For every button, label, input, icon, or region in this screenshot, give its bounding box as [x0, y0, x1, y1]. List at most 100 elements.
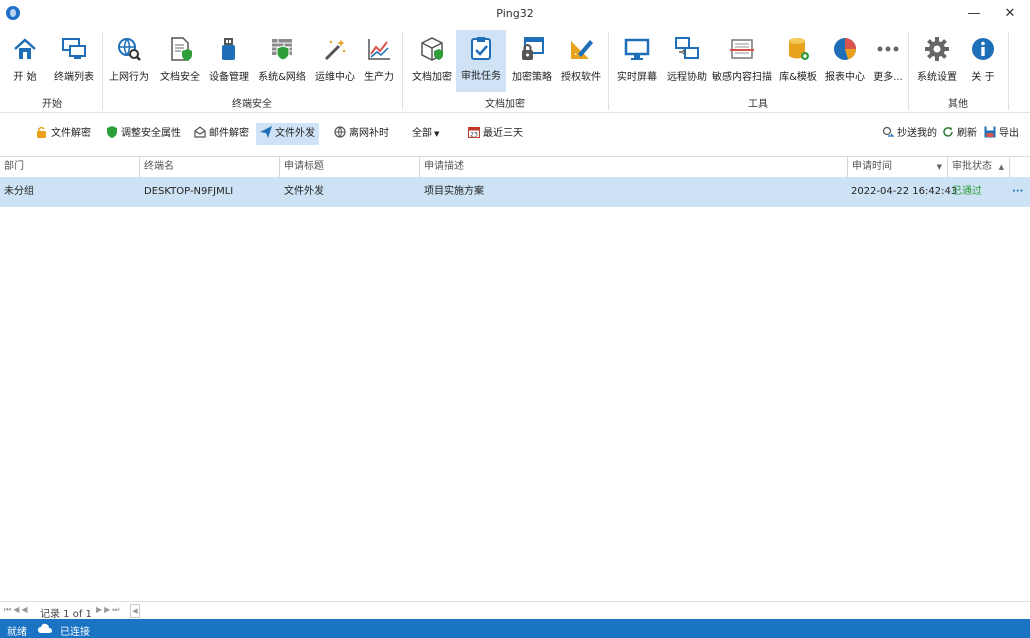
scroll-left-icon[interactable]: ◀ — [130, 604, 140, 618]
ribbon-approval-tasks-button[interactable]: 审批任务 — [456, 30, 506, 92]
close-button[interactable]: ✕ — [992, 0, 1028, 28]
ribbon-label: 库&模板 — [779, 72, 817, 83]
gear-icon — [925, 37, 949, 61]
title-bar: Ping32 — ✕ — [0, 0, 1030, 28]
ribbon-doc-encryption-button[interactable]: 文档加密 — [408, 31, 456, 93]
table-row[interactable]: 未分组 DESKTOP-N9FJMLI 文件外发 项目实施方案 2022-04-… — [0, 177, 1030, 207]
ribbon-label: 文档加密 — [412, 72, 452, 83]
pager-record-label: 记录 1 of 1 — [40, 609, 92, 620]
refresh-icon — [943, 127, 953, 137]
cell-time: 2022-04-22 16:42:43 — [851, 186, 958, 197]
ribbon-about-button[interactable]: 关 于 — [962, 31, 1004, 93]
ribbon-sensitive-scan-button[interactable]: 敏感内容扫描 — [712, 31, 772, 93]
window-title: Ping32 — [496, 7, 534, 20]
ribbon-device-management-button[interactable]: 设备管理 — [206, 31, 252, 93]
ribbon-licensed-software-button[interactable]: 授权软件 — [558, 31, 604, 93]
clipboard-check-icon — [471, 37, 491, 60]
screen-icon — [624, 38, 650, 60]
status-connection: 已连接 — [60, 627, 90, 638]
column-header-time[interactable]: 申请时间 ▼ — [848, 157, 948, 177]
ribbon-label: 文档安全 — [160, 72, 200, 83]
envelope-icon — [194, 126, 206, 138]
scan-icon — [730, 39, 754, 59]
column-header-time-label: 申请时间 — [852, 161, 892, 172]
ribbon-divider — [1008, 32, 1009, 110]
column-header-status[interactable]: 审批状态 ▲ — [948, 157, 1010, 177]
monitors-icon — [62, 38, 86, 59]
ribbon-label: 远程协助 — [667, 72, 707, 83]
ribbon-home-button[interactable]: 开 始 — [6, 31, 44, 93]
ribbon-label: 系统设置 — [917, 72, 957, 83]
ribbon-terminal-list-button[interactable]: 终端列表 — [50, 31, 98, 93]
ribbon-library-template-button[interactable]: 库&模板 — [776, 31, 820, 93]
column-header-description[interactable]: 申请描述 — [420, 157, 848, 177]
usb-device-icon — [222, 38, 235, 60]
ribbon-label: 实时屏幕 — [617, 72, 657, 83]
ribbon: 开 始 终端列表 上网行为 文档安全 设备管理 系统&网络 运维中心 生产力 文… — [0, 28, 1030, 113]
cell-title: 文件外发 — [284, 186, 324, 197]
date-range-dropdown[interactable]: 23 最近三天 — [464, 123, 527, 145]
status-ready: 就绪 — [7, 627, 27, 638]
column-header-terminal[interactable]: 终端名 — [140, 157, 280, 177]
ribbon-divider — [908, 32, 909, 110]
pager-first-prev-icon[interactable]: ⏮◀◀ — [4, 605, 30, 615]
pager-next-last-icon[interactable]: ▶▶⏭ — [96, 605, 122, 615]
ribbon-label: 审批任务 — [461, 71, 501, 82]
box-shield-icon — [421, 37, 443, 61]
refresh-button[interactable]: 刷新 — [938, 123, 981, 145]
ribbon-system-network-button[interactable]: 系统&网络 — [256, 31, 308, 93]
date-range-label: 最近三天 — [483, 128, 523, 139]
globe-icon — [334, 126, 346, 138]
ribbon-label: 终端列表 — [54, 72, 94, 83]
adjust-security-button[interactable]: 调整安全属性 — [102, 123, 185, 145]
ribbon-group-label: 开始 — [42, 99, 62, 110]
mail-decrypt-label: 邮件解密 — [209, 128, 249, 139]
ribbon-document-security-button[interactable]: 文档安全 — [156, 31, 204, 93]
offline-extend-label: 离网补时 — [349, 128, 389, 139]
ribbon-more-button[interactable]: 更多... — [870, 31, 906, 93]
ribbon-group-label: 其他 — [948, 99, 968, 110]
action-toolbar: 文件解密 调整安全属性 邮件解密 文件外发 离网补时 全部 ▼ 23 最近三天 抄送… — [0, 113, 1030, 155]
ribbon-ops-center-button[interactable]: 运维中心 — [312, 31, 358, 93]
ribbon-label: 开 始 — [13, 72, 37, 83]
file-decrypt-button[interactable]: 文件解密 — [32, 123, 95, 145]
offline-extend-button[interactable]: 离网补时 — [330, 123, 393, 145]
ribbon-label: 关 于 — [971, 72, 995, 83]
ribbon-remote-assist-button[interactable]: 远程协助 — [664, 31, 710, 93]
cell-terminal: DESKTOP-N9FJMLI — [144, 186, 234, 197]
firewall-shield-icon — [272, 39, 292, 61]
column-header-dept[interactable]: 部门 — [0, 157, 140, 177]
file-outgoing-button[interactable]: 文件外发 — [256, 123, 319, 145]
home-icon — [14, 38, 36, 59]
minimize-button[interactable]: — — [956, 0, 992, 28]
mail-decrypt-button[interactable]: 邮件解密 — [190, 123, 253, 145]
calendar-icon: 23 — [468, 127, 480, 139]
ribbon-productivity-button[interactable]: 生产力 — [360, 31, 398, 93]
document-shield-icon — [171, 37, 192, 61]
ribbon-report-center-button[interactable]: 报表中心 — [822, 31, 868, 93]
ribbon-group-label: 终端安全 — [232, 99, 272, 110]
magic-wand-icon — [324, 39, 346, 61]
more-dots-icon — [877, 46, 899, 52]
cc-mail-icon — [882, 126, 894, 137]
row-more-button[interactable]: ··· — [1008, 177, 1023, 207]
filter-value: 全部 — [412, 128, 432, 139]
ribbon-label: 加密策略 — [512, 72, 552, 83]
ribbon-encryption-policy-button[interactable]: 加密策略 — [508, 31, 556, 93]
svg-text:23: 23 — [470, 132, 478, 139]
ribbon-group-label: 工具 — [748, 99, 768, 110]
ribbon-realtime-screen-button[interactable]: 实时屏幕 — [612, 31, 662, 93]
cc-me-label: 抄送我的 — [897, 128, 937, 139]
ribbon-divider — [608, 32, 609, 110]
filter-dropdown[interactable]: 全部 ▼ — [408, 123, 443, 145]
ribbon-web-behavior-button[interactable]: 上网行为 — [106, 31, 152, 93]
refresh-label: 刷新 — [957, 128, 977, 139]
grid-header: 部门 终端名 申请标题 申请描述 申请时间 ▼ 审批状态 ▲ — [0, 156, 1030, 178]
cc-me-button[interactable]: 抄送我的 — [878, 123, 941, 145]
column-header-title[interactable]: 申请标题 — [280, 157, 420, 177]
ribbon-system-settings-button[interactable]: 系统设置 — [914, 31, 960, 93]
shield-icon — [107, 126, 117, 138]
ribbon-label: 敏感内容扫描 — [712, 72, 772, 83]
cell-description: 项目实施方案 — [424, 186, 484, 197]
export-button[interactable]: 导出 — [980, 123, 1023, 145]
